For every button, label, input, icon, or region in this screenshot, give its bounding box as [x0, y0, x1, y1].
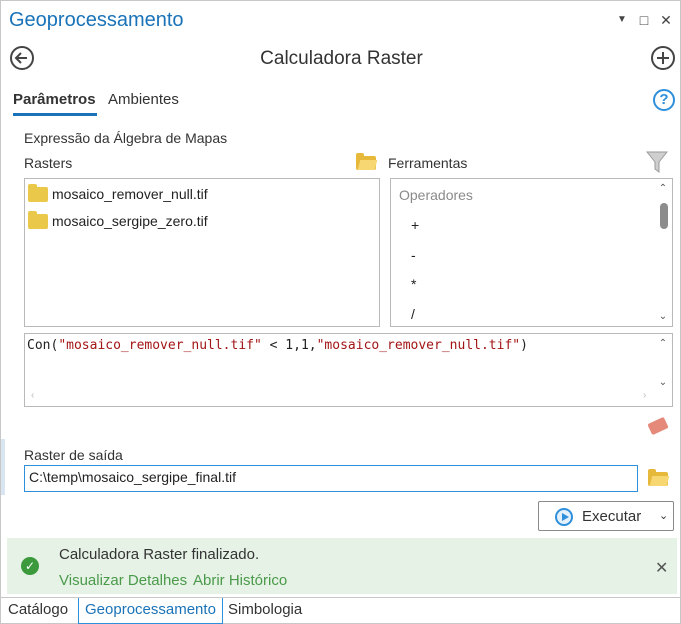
operator-item[interactable]: +: [411, 217, 419, 233]
tools-label: Ferramentas: [388, 155, 468, 171]
close-icon[interactable]: ✕: [657, 11, 675, 29]
play-icon: [555, 508, 573, 526]
success-check-icon: ✓: [21, 557, 39, 575]
pane-title: Geoprocessamento: [9, 9, 184, 31]
scroll-up-icon[interactable]: ⌃: [657, 338, 669, 349]
scroll-up-icon[interactable]: ⌃: [657, 183, 669, 194]
raster-folder-icon: [28, 184, 48, 202]
scroll-thumb[interactable]: [660, 203, 668, 229]
run-button-label: Executar: [582, 508, 642, 525]
rasters-label: Rasters: [24, 155, 73, 171]
filter-icon[interactable]: [645, 150, 669, 174]
tab-symbology[interactable]: Simbologia: [222, 598, 308, 624]
raster-folder-icon: [28, 211, 48, 229]
operators-scrollbar[interactable]: ⌃ ⌄: [654, 179, 672, 326]
run-button[interactable]: Executar ⌄: [538, 501, 674, 531]
view-details-link[interactable]: Visualizar Detalhes: [59, 572, 187, 589]
tab-catalog[interactable]: Catálogo: [2, 598, 74, 624]
tab-parameters[interactable]: Parâmetros: [13, 91, 96, 108]
expression-editor[interactable]: Con("mosaico_remover_null.tif" < 1,1,"mo…: [24, 333, 673, 407]
operator-item[interactable]: *: [411, 276, 416, 292]
chevron-down-icon[interactable]: ⌄: [659, 509, 668, 522]
scroll-right-icon[interactable]: ›: [643, 390, 646, 401]
operator-item[interactable]: /: [411, 306, 415, 322]
eraser-icon[interactable]: [647, 416, 669, 436]
raster-name: mosaico_remover_null.tif: [52, 186, 208, 202]
scroll-down-icon[interactable]: ⌄: [657, 377, 669, 388]
expr-string: "mosaico_remover_null.tif": [58, 338, 262, 353]
operators-list[interactable]: Operadores + - * / ⌃ ⌄: [390, 178, 673, 327]
rasters-list[interactable]: mosaico_remover_null.tif mosaico_sergipe…: [24, 178, 380, 327]
geoprocessing-pane: Geoprocessamento ▼ □ ✕ Calculadora Raste…: [0, 0, 681, 624]
operators-header: Operadores: [399, 187, 473, 203]
active-tab-indicator: [13, 113, 97, 116]
expr-string: "mosaico_remover_null.tif": [316, 338, 521, 353]
open-history-link[interactable]: Abrir Histórico: [193, 572, 287, 589]
active-parameter-marker: [1, 439, 5, 495]
operator-item[interactable]: -: [411, 247, 416, 263]
output-raster-label: Raster de saída: [24, 447, 123, 463]
expr-part: < 1,1,: [261, 338, 317, 353]
list-item[interactable]: mosaico_sergipe_zero.tif: [28, 210, 208, 232]
tab-environments[interactable]: Ambientes: [108, 91, 179, 108]
list-item[interactable]: mosaico_remover_null.tif: [28, 183, 208, 205]
output-raster-field[interactable]: C:\temp\mosaico_sergipe_final.tif: [24, 465, 638, 492]
expr-part: ): [520, 338, 528, 353]
tab-geoprocessing[interactable]: Geoprocessamento: [78, 598, 223, 624]
close-notification-icon[interactable]: ✕: [655, 558, 668, 578]
notification-message: Calculadora Raster finalizado.: [59, 546, 260, 563]
raster-name: mosaico_sergipe_zero.tif: [52, 213, 208, 229]
pane-menu-icon[interactable]: ▼: [613, 11, 631, 29]
editor-scrollbar[interactable]: ⌃ ⌄: [654, 334, 672, 390]
help-icon[interactable]: ?: [653, 89, 675, 111]
expression-section-label: Expressão da Álgebra de Mapas: [24, 130, 228, 146]
expression-text[interactable]: Con("mosaico_remover_null.tif" < 1,1,"mo…: [25, 338, 528, 353]
open-folder-icon[interactable]: [356, 153, 376, 170]
expr-part: Con(: [27, 338, 59, 353]
scroll-left-icon[interactable]: ‹: [31, 390, 34, 401]
scroll-down-icon[interactable]: ⌄: [657, 311, 669, 322]
tool-title: Calculadora Raster: [260, 48, 423, 69]
maximize-icon[interactable]: □: [635, 11, 653, 29]
plus-circle-icon[interactable]: [651, 46, 675, 70]
browse-folder-icon[interactable]: [648, 469, 668, 486]
